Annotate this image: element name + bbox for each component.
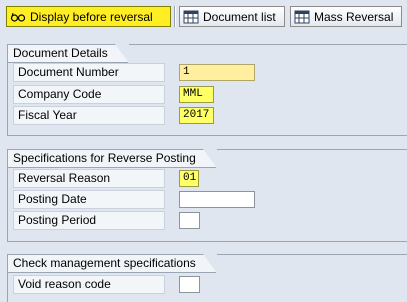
posting-period-label: Posting Period (13, 211, 165, 230)
display-before-reversal-label: Display before reversal (30, 9, 153, 24)
fiscal-year-input[interactable]: 2017 (179, 107, 214, 124)
list-icon (183, 10, 199, 24)
posting-date-input[interactable] (179, 191, 255, 208)
document-details-title: Document Details (7, 44, 129, 63)
document-number-label: Document Number (13, 63, 165, 82)
document-list-label: Document list (203, 9, 276, 24)
reverse-posting-title: Specifications for Reverse Posting (7, 149, 217, 168)
table-icon (294, 10, 310, 24)
company-code-input[interactable]: MML (179, 86, 214, 103)
void-reason-label: Void reason code (13, 275, 165, 294)
document-list-button[interactable]: Document list (179, 6, 285, 27)
company-code-label: Company Code (13, 85, 165, 104)
check-management-group: Check management specifications Void rea… (7, 254, 407, 302)
reversal-reason-label: Reversal Reason (13, 169, 165, 188)
mass-reversal-button[interactable]: Mass Reversal (290, 6, 402, 27)
display-before-reversal-button[interactable]: Display before reversal (6, 6, 171, 27)
toolbar-separator (174, 6, 176, 27)
reversal-reason-input[interactable]: 01 (179, 170, 199, 187)
document-details-group: Document Details Document Number 1 Compa… (7, 44, 407, 136)
glasses-icon (10, 10, 26, 24)
mass-reversal-label: Mass Reversal (314, 9, 394, 24)
posting-date-label: Posting Date (13, 190, 165, 209)
posting-period-input[interactable] (179, 212, 200, 229)
document-number-input[interactable]: 1 (179, 64, 255, 81)
check-management-title: Check management specifications (7, 254, 217, 273)
reverse-posting-group: Specifications for Reverse Posting Rever… (7, 149, 407, 242)
fiscal-year-label: Fiscal Year (13, 106, 165, 125)
application-toolbar: Display before reversal Document list Ma… (0, 0, 407, 34)
void-reason-input[interactable] (179, 276, 200, 293)
